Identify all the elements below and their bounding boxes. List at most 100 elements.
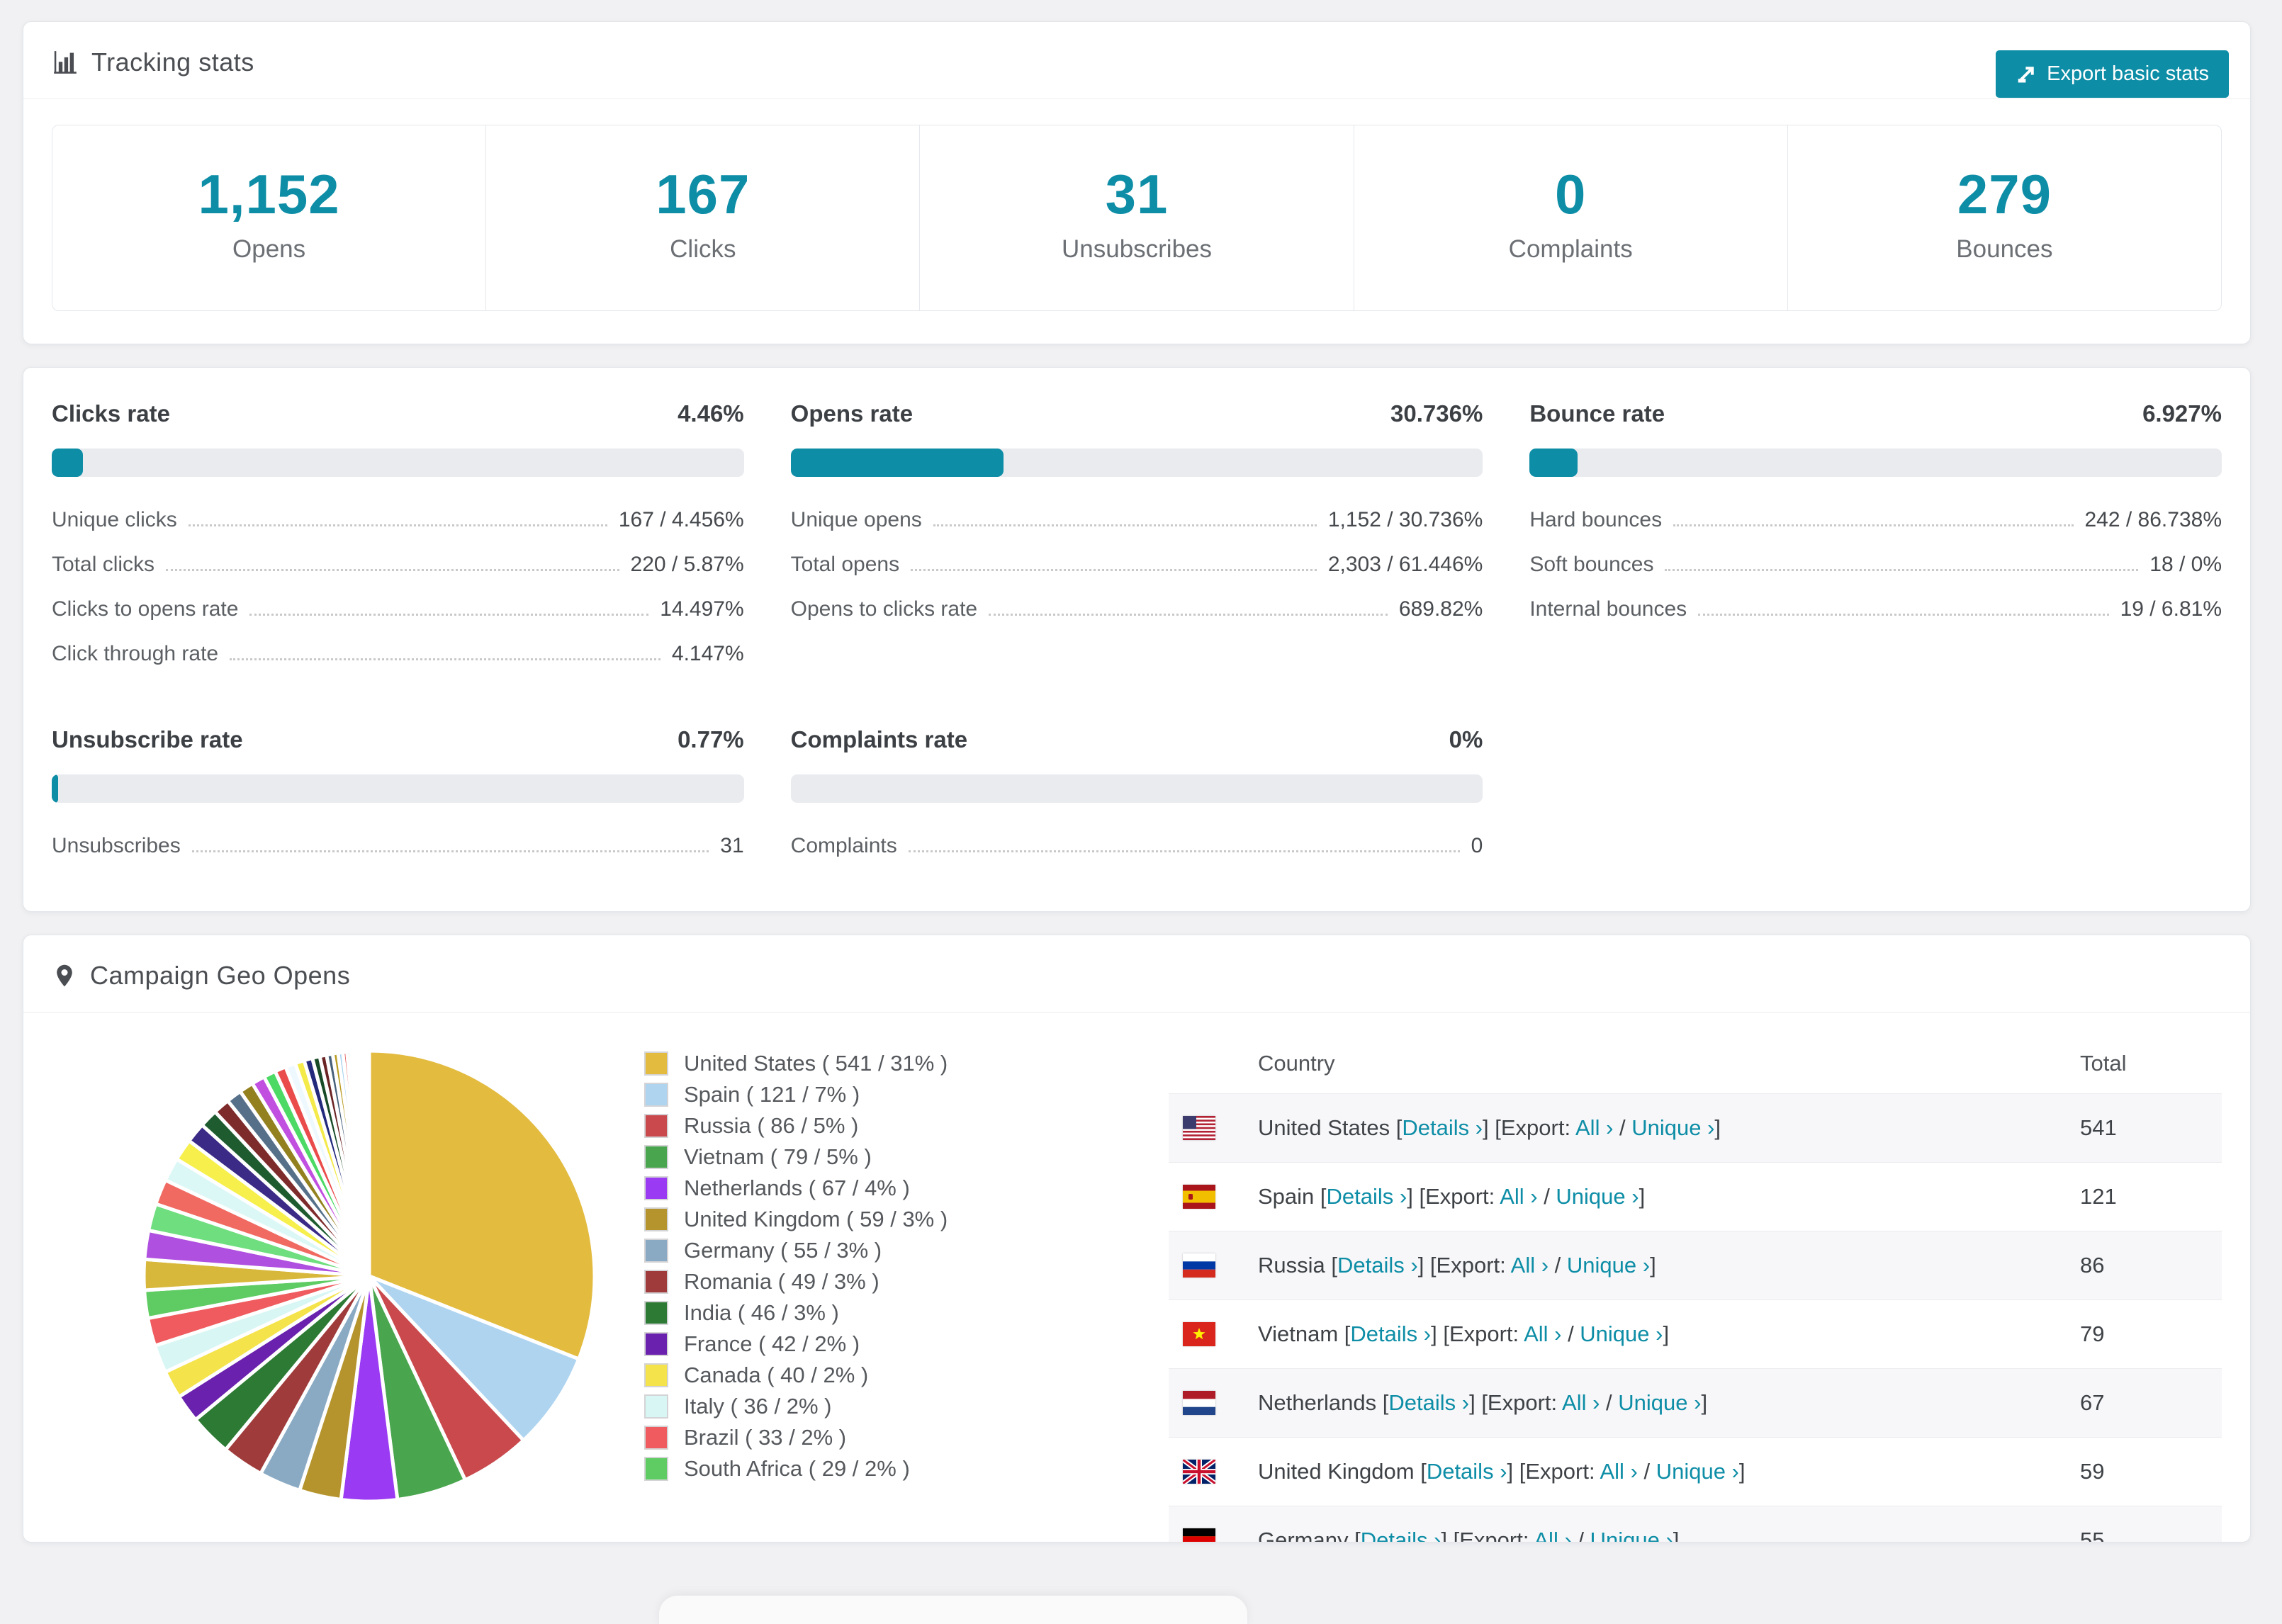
export-unique-link[interactable]: Unique › [1556,1184,1639,1209]
rate-detail-value: 2,303 / 61.446% [1327,553,1483,576]
legend-item: Vietnam ( 79 / 5% ) [644,1144,1140,1170]
geo-table-header: Country Total [1169,1034,2222,1093]
rate-progress-fill [1529,449,1578,477]
dotted-leader [249,614,649,616]
legend-swatch-icon [644,1457,668,1481]
rate-detail-label: Total clicks [52,553,155,576]
rate-detail-value: 18 / 0% [2149,553,2222,576]
total-cell: 121 [2080,1184,2117,1209]
rate-progress-track [790,449,1483,477]
rates-card: Clicks rate 4.46% Unique clicks 167 / 4.… [23,367,2251,912]
export-all-link[interactable]: All › [1500,1184,1537,1209]
legend-item: South Africa ( 29 / 2% ) [644,1456,1140,1482]
export-all-link[interactable]: All › [1524,1321,1561,1346]
stat-opens: 1,152 Opens [52,125,487,310]
legend-label: Vietnam ( 79 / 5% ) [684,1144,872,1169]
export-all-link[interactable]: All › [1534,1528,1571,1542]
export-unique-link[interactable]: Unique › [1567,1253,1650,1278]
rate-title: Complaints rate [790,726,968,752]
gb-flag-icon [1183,1460,1215,1484]
vn-flag-icon [1183,1322,1215,1346]
dotted-leader [908,850,1460,852]
rate-block-unsubscribe-rate: Unsubscribe rate 0.77% Unsubscribes 31 [52,726,744,879]
export-unique-link[interactable]: Unique › [1631,1115,1714,1140]
legend-label: Brazil ( 33 / 2% ) [684,1425,847,1450]
details-link[interactable]: Details › [1361,1528,1441,1542]
rate-detail-value: 31 [720,834,744,857]
details-link[interactable]: Details › [1388,1390,1469,1415]
table-row-netherlands: Netherlands [Details ›] [Export: All › /… [1169,1368,2222,1437]
dotted-leader [188,524,607,526]
export-unique-link[interactable]: Unique › [1590,1528,1673,1542]
rate-progress-fill [52,449,83,477]
rate-value: 0% [1449,726,1483,752]
legend-label: India ( 46 / 3% ) [684,1300,839,1325]
details-link[interactable]: Details › [1350,1321,1431,1346]
rate-value: 30.736% [1390,400,1483,427]
stat-clicks: 167 Clicks [486,125,921,310]
rate-detail-row: Click through rate 4.147% [52,642,744,666]
country-name: Spain [1258,1184,1315,1209]
geo-pie-chart [142,1049,597,1504]
export-all-link[interactable]: All › [1600,1459,1637,1484]
us-flag-icon [1183,1116,1215,1140]
export-all-link[interactable]: All › [1511,1253,1548,1278]
export-unique-link[interactable]: Unique › [1656,1459,1739,1484]
rate-detail-row: Clicks to opens rate 14.497% [52,597,744,621]
legend-item: Spain ( 121 / 7% ) [644,1082,1140,1107]
geo-pie-wrap [52,1034,644,1542]
rate-detail-label: Clicks to opens rate [52,597,239,621]
details-link[interactable]: Details › [1327,1184,1407,1209]
details-link[interactable]: Details › [1337,1253,1418,1278]
legend-label: France ( 42 / 2% ) [684,1331,860,1356]
details-link[interactable]: Details › [1402,1115,1483,1140]
country-cell: United Kingdom [Details ›] [Export: All … [1258,1459,1746,1484]
export-all-link[interactable]: All › [1562,1390,1600,1415]
stat-label: Unsubscribes [1061,235,1213,263]
legend-item: Brazil ( 33 / 2% ) [644,1425,1140,1450]
dotted-leader [166,569,619,571]
legend-swatch-icon [644,1051,668,1076]
rate-detail-label: Hard bounces [1529,508,1663,531]
rate-detail-row: Complaints 0 [791,834,1483,858]
export-icon [2016,64,2037,85]
rate-detail-row: Total opens 2,303 / 61.446% [791,553,1483,577]
total-cell: 59 [2080,1459,2105,1484]
legend-label: Germany ( 55 / 3% ) [684,1238,882,1263]
export-button-label: Export basic stats [2047,62,2209,85]
legend-swatch-icon [644,1114,668,1138]
country-name: Vietnam [1258,1321,1339,1346]
stat-label: Opens [232,235,306,263]
total-cell: 86 [2080,1253,2105,1278]
table-row-spain: Spain [Details ›] [Export: All › / Uniqu… [1169,1162,2222,1231]
map-pin-icon [52,963,77,988]
stat-value: 279 [1957,163,2052,225]
export-all-link[interactable]: All › [1575,1115,1613,1140]
stat-value: 31 [1105,163,1169,225]
export-unique-link[interactable]: Unique › [1580,1321,1663,1346]
rate-progress-track [790,774,1483,803]
legend-swatch-icon [644,1394,668,1419]
export-basic-stats-button[interactable]: Export basic stats [1996,50,2229,98]
dotted-leader [933,524,1317,526]
country-cell: Vietnam [Details ›] [Export: All › / Uni… [1258,1321,1670,1346]
legend-item: United Kingdom ( 59 / 3% ) [644,1207,1140,1232]
country-cell: Netherlands [Details ›] [Export: All › /… [1258,1390,1708,1415]
details-link[interactable]: Details › [1427,1459,1507,1484]
nl-flag-icon [1183,1391,1215,1415]
rate-progress-track [52,774,744,803]
table-row-united-states: United States [Details ›] [Export: All ›… [1169,1093,2222,1162]
legend-label: Romania ( 49 / 3% ) [684,1269,879,1294]
stat-unsubscribes: 31 Unsubscribes [920,125,1354,310]
country-cell: Germany [Details ›] [Export: All › / Uni… [1258,1528,2080,1542]
stat-complaints: 0 Complaints [1354,125,1788,310]
legend-label: Netherlands ( 67 / 4% ) [684,1175,910,1200]
legend-item: Russia ( 86 / 5% ) [644,1113,1140,1139]
geo-header: Campaign Geo Opens [23,935,2250,1013]
rate-detail-row: Unique clicks 167 / 4.456% [52,508,744,532]
stat-label: Complaints [1508,235,1633,263]
legend-swatch-icon [644,1083,668,1107]
rate-title: Clicks rate [52,400,170,427]
dotted-leader [1673,524,2074,526]
export-unique-link[interactable]: Unique › [1618,1390,1701,1415]
